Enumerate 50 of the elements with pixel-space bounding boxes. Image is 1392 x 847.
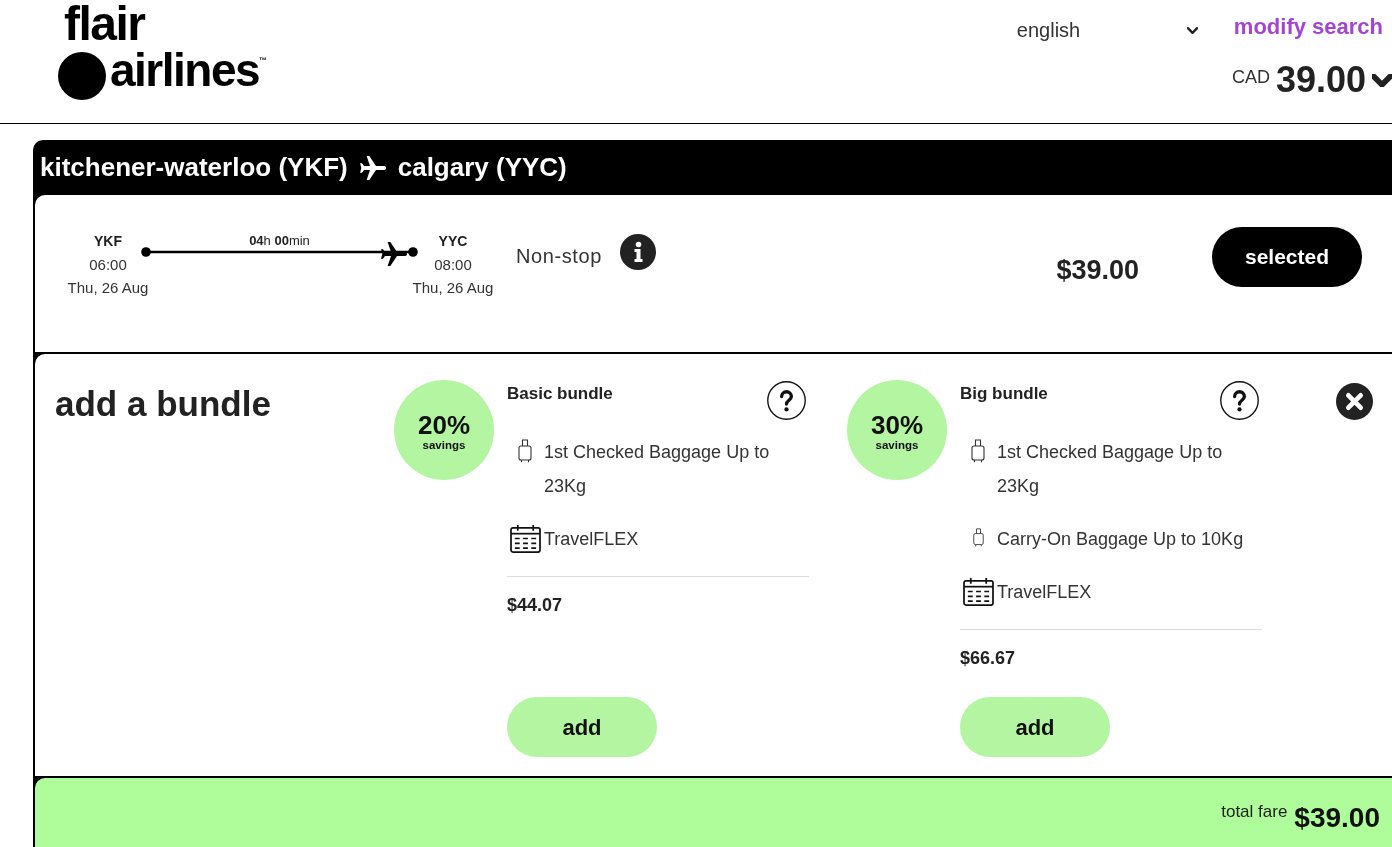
chevron-down-icon (1372, 74, 1392, 87)
route-origin: kitchener-waterloo (YKF) (40, 151, 348, 184)
total-amount: 39.00 (1275, 60, 1366, 100)
bundle-feature: TravelFLEX (997, 581, 1092, 604)
savings-label: savings (422, 438, 466, 452)
total-fare-label: total fare (1221, 802, 1288, 822)
add-bundle-button[interactable]: add (960, 697, 1110, 757)
language-select[interactable]: english (1008, 14, 1204, 46)
route-destination: calgary (YYC) (397, 151, 567, 184)
chevron-down-icon (1186, 26, 1198, 34)
savings-label: savings (875, 438, 919, 452)
bundle-name: Big bundle (960, 383, 1048, 405)
currency-code: CAD (1231, 66, 1270, 88)
luggage-icon (971, 439, 985, 463)
airport-code: YYC (438, 232, 468, 251)
luggage-icon (973, 528, 984, 547)
savings-percent: 20% (417, 412, 470, 438)
flight-date: Thu, 26 Aug (412, 278, 494, 298)
select-button[interactable]: selected (1212, 227, 1362, 287)
info-icon[interactable] (619, 234, 656, 270)
flight-duration: 04h 00min (249, 235, 310, 247)
flight-price: $39.00 (1056, 254, 1139, 286)
plane-icon (359, 155, 386, 180)
trademark-mark: ™ (259, 56, 268, 65)
bundle-price: $44.07 (507, 594, 563, 617)
modify-search-link[interactable]: modify search (1233, 13, 1383, 41)
airport-code: YKF (94, 232, 122, 251)
stops-label: Non-stop (516, 244, 602, 268)
calendar-icon (510, 524, 541, 553)
logo-text: airlines (110, 48, 260, 92)
savings-percent: 30% (870, 412, 923, 438)
logo-text: flair (64, 1, 145, 47)
bundle-feature: 1st Checked Baggage Up to 23Kg (544, 441, 771, 498)
luggage-icon (518, 439, 532, 463)
bundle-section-title: add a bundle (55, 384, 271, 424)
bundle-feature: TravelFLEX (544, 528, 639, 551)
flight-date: Thu, 26 Aug (67, 278, 149, 298)
help-icon[interactable] (767, 381, 806, 420)
flight-time: 06:00 (89, 255, 127, 275)
bundle-feature: Carry-On Baggage Up to 10Kg (997, 528, 1244, 551)
bundle-feature: 1st Checked Baggage Up to 23Kg (997, 441, 1224, 498)
plane-icon (378, 242, 410, 266)
total-fare-amount: $39.00 (1294, 802, 1380, 834)
help-icon[interactable] (1220, 381, 1259, 420)
add-bundle-button[interactable]: add (507, 697, 657, 757)
bundle-price: $66.67 (960, 647, 1016, 670)
calendar-icon (963, 577, 994, 606)
flight-time: 08:00 (434, 255, 472, 275)
close-icon[interactable] (1336, 383, 1373, 420)
bundle-name: Basic bundle (507, 383, 613, 405)
